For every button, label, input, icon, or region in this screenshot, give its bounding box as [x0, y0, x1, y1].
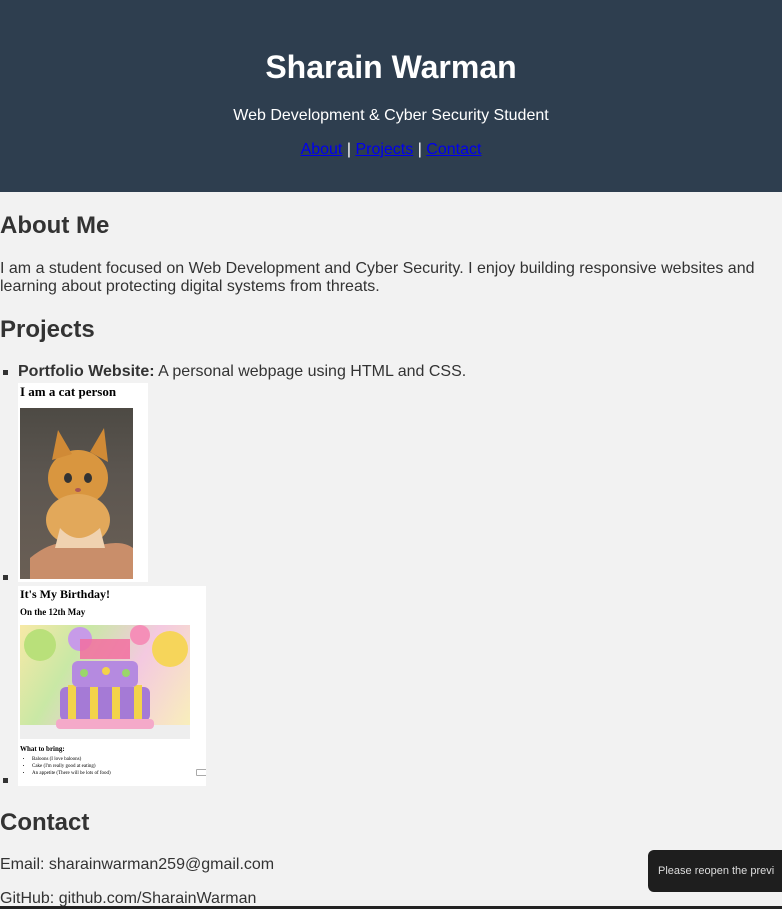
- birthday-page-thumbnail[interactable]: It's My Birthday! On the 12th May What t…: [18, 586, 206, 786]
- nav-link-about[interactable]: About: [301, 141, 343, 158]
- list-bullet: [3, 575, 8, 580]
- contact-email: Email: sharainwarman259@gmail.com: [0, 856, 275, 873]
- toast-notification[interactable]: Please reopen the previ: [648, 850, 782, 892]
- main-nav: About | Projects | Contact: [0, 139, 782, 161]
- page-subtitle: Web Development & Cyber Security Student: [233, 107, 549, 124]
- thumbnail-title: I am a cat person: [20, 384, 117, 399]
- list-item: An appetite (There will be lots of food): [32, 770, 111, 777]
- bring-heading: What to bring:: [20, 745, 65, 753]
- bring-list: Baloons (I love baloons) Cake (I'm reall…: [18, 756, 111, 777]
- project-title: Portfolio Website:: [18, 363, 155, 380]
- cat-page-thumbnail[interactable]: I am a cat person: [18, 383, 148, 582]
- list-bullet: [3, 370, 8, 375]
- nav-separator: |: [346, 141, 351, 158]
- project-description: A personal webpage using HTML and CSS.: [154, 363, 467, 380]
- nav-link-projects[interactable]: Projects: [355, 141, 413, 158]
- mini-button: [196, 769, 206, 776]
- list-item: Cake (I'm really good at eating): [32, 763, 111, 770]
- contact-heading: Contact: [0, 809, 90, 836]
- kitten-image: [20, 408, 133, 579]
- thumbnail-date: On the 12th May: [20, 607, 86, 617]
- page-header: Sharain Warman Web Development & Cyber S…: [0, 0, 782, 192]
- project-item: Portfolio Website: A personal webpage us…: [18, 363, 466, 381]
- page-title: Sharain Warman: [265, 49, 517, 85]
- projects-heading: Projects: [0, 316, 95, 343]
- nav-separator: |: [417, 141, 422, 158]
- about-text: I am a student focused on Web Developmen…: [0, 260, 755, 295]
- nav-link-contact[interactable]: Contact: [426, 141, 481, 158]
- birthday-cake-image: [20, 625, 190, 739]
- about-heading: About Me: [0, 212, 110, 239]
- thumbnail-title: It's My Birthday!: [20, 587, 110, 601]
- list-bullet: [3, 778, 8, 783]
- list-item: Baloons (I love baloons): [32, 756, 111, 763]
